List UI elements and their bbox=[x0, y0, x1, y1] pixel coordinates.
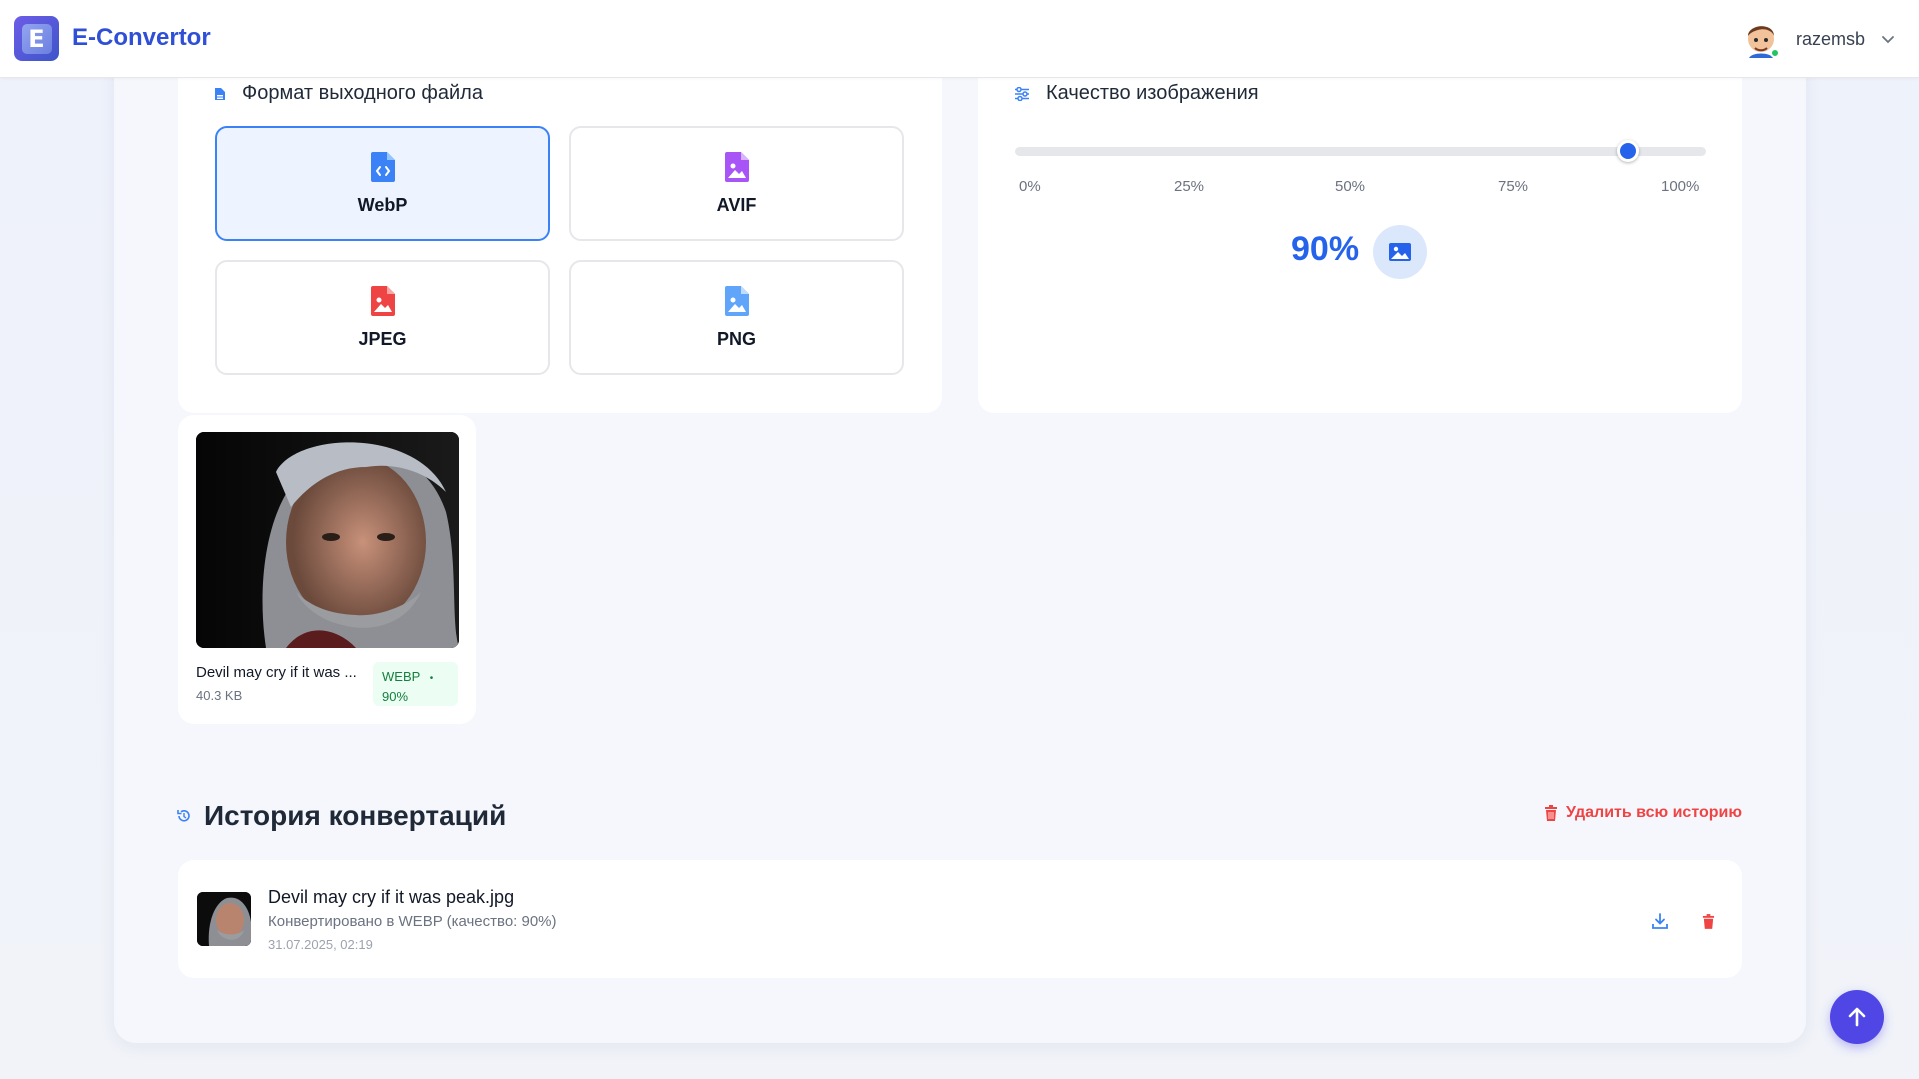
format-option-label: WebP bbox=[357, 195, 408, 215]
format-option-label: AVIF bbox=[716, 195, 757, 215]
preview-image[interactable] bbox=[196, 432, 459, 648]
quality-card-title: Качество изображения bbox=[1014, 82, 1259, 105]
clear-history-label: Удалить всю историю bbox=[1566, 804, 1742, 821]
history-title: История конвертаций bbox=[176, 800, 506, 832]
preview-file-name: Devil may cry if it was ... bbox=[196, 664, 357, 681]
trash-icon bbox=[1702, 913, 1714, 929]
format-option-png[interactable]: PNG bbox=[569, 260, 904, 375]
slider-tick: 0% bbox=[1019, 178, 1041, 195]
format-option-webp[interactable]: WebP bbox=[215, 126, 550, 241]
sliders-icon bbox=[1015, 86, 1029, 101]
file-image-icon bbox=[724, 286, 749, 316]
online-status-dot bbox=[1769, 48, 1780, 58]
file-image-icon bbox=[724, 152, 749, 182]
file-image-icon bbox=[370, 286, 395, 316]
clear-history-button[interactable]: Удалить всю историю bbox=[1544, 804, 1742, 822]
file-icon bbox=[215, 87, 225, 100]
history-title-text: История конвертаций bbox=[204, 800, 507, 831]
format-option-label: PNG bbox=[716, 329, 756, 349]
username[interactable]: razemsb bbox=[1796, 29, 1865, 50]
format-option-avif[interactable]: AVIF bbox=[569, 126, 904, 241]
top-header: E E-Convertor razemsb bbox=[0, 0, 1919, 78]
history-description: Конвертировано в WEBP (качество: 90%) bbox=[268, 913, 557, 930]
history-file-name: Devil may cry if it was peak.jpg bbox=[268, 887, 515, 907]
history-icon bbox=[177, 810, 190, 822]
quality-card-title-text: Качество изображения bbox=[1046, 82, 1259, 104]
scroll-to-top-button[interactable] bbox=[1830, 990, 1884, 1044]
slider-tick: 50% bbox=[1335, 178, 1366, 195]
slider-tick: 75% bbox=[1498, 178, 1529, 195]
quality-card bbox=[978, 60, 1742, 413]
slider-tick: 25% bbox=[1174, 178, 1205, 195]
app-logo[interactable]: E bbox=[14, 16, 59, 61]
badge-format: WEBP bbox=[382, 669, 421, 684]
trash-icon bbox=[1545, 805, 1558, 821]
slider-tick: 100% bbox=[1661, 178, 1700, 195]
badge-quality: 90% bbox=[382, 689, 409, 704]
format-card-title-text: Формат выходного файла bbox=[242, 82, 483, 104]
badge-dot: • bbox=[429, 673, 434, 684]
format-option-label: JPEG bbox=[358, 329, 407, 349]
download-icon bbox=[1652, 913, 1668, 929]
history-thumbnail[interactable] bbox=[197, 892, 251, 946]
app-name[interactable]: E-Convertor bbox=[72, 24, 211, 52]
file-code-icon bbox=[370, 152, 395, 182]
history-date: 31.07.2025, 02:19 bbox=[268, 937, 373, 952]
format-option-jpeg[interactable]: JPEG bbox=[215, 260, 550, 375]
avatar[interactable] bbox=[1742, 18, 1780, 60]
quality-slider-thumb[interactable] bbox=[1617, 140, 1639, 162]
quality-value: 90% bbox=[1291, 230, 1360, 268]
download-button[interactable] bbox=[1648, 909, 1672, 933]
chevron-down-icon[interactable] bbox=[1881, 32, 1895, 46]
user-menu[interactable]: razemsb bbox=[1742, 16, 1895, 62]
logo-letter: E bbox=[21, 23, 52, 54]
delete-button[interactable] bbox=[1696, 909, 1720, 933]
quality-slider-track[interactable] bbox=[1015, 147, 1706, 156]
preview-file-size: 40.3 KB bbox=[196, 688, 243, 703]
format-badge: WEBP • 90% bbox=[373, 662, 458, 706]
format-card-title: Формат выходного файла bbox=[214, 82, 483, 105]
image-icon bbox=[1373, 225, 1427, 279]
arrow-up-icon bbox=[1848, 1007, 1866, 1027]
